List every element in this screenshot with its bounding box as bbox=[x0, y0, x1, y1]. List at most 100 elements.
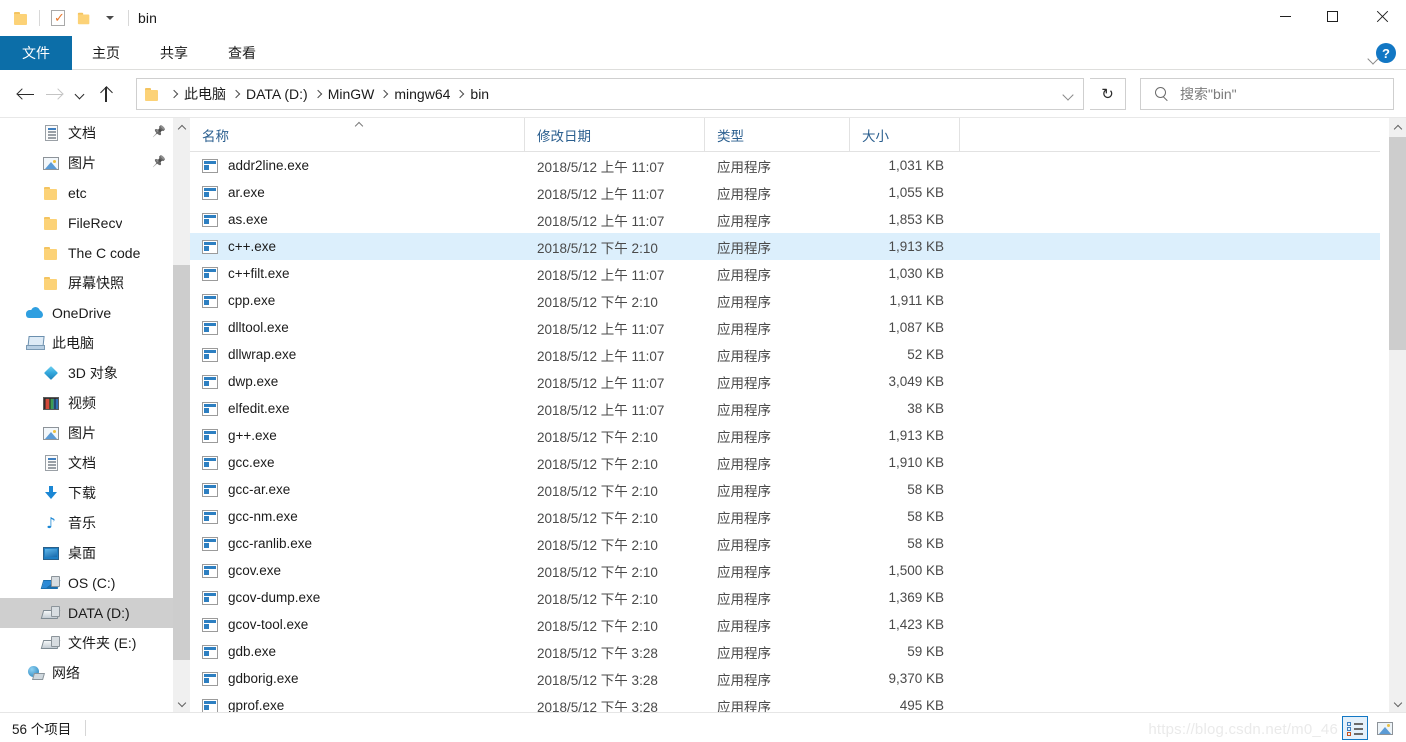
scroll-up-icon[interactable] bbox=[1389, 118, 1406, 136]
table-row[interactable]: gcc-nm.exe 2018/5/12 下午 2:10 应用程序 58 KB bbox=[190, 503, 1380, 530]
table-row[interactable]: c++filt.exe 2018/5/12 上午 11:07 应用程序 1,030 K… bbox=[190, 260, 1380, 287]
table-row[interactable]: ar.exe 2018/5/12 上午 11:07 应用程序 1,055 KB bbox=[190, 179, 1380, 206]
sidebar-item-etc[interactable]: etc bbox=[0, 178, 173, 208]
maximize-icon[interactable] bbox=[1309, 0, 1356, 32]
sidebar-item-[interactable]: 桌面 bbox=[0, 538, 173, 568]
breadcrumb-item-mingw64[interactable]: mingw64 bbox=[392, 86, 452, 102]
breadcrumb[interactable]: 此电脑 DATA (D:) MinGW mingw64 bin bbox=[136, 78, 1084, 110]
table-row[interactable]: gcc-ranlib.exe 2018/5/12 下午 2:10 应用程序 58 KB bbox=[190, 530, 1380, 557]
column-header-name[interactable]: 名称 bbox=[190, 118, 525, 151]
table-row[interactable]: dwp.exe 2018/5/12 上午 11:07 应用程序 3,049 KB bbox=[190, 368, 1380, 395]
file-type-cell: 应用程序 bbox=[717, 348, 771, 364]
tab-file[interactable]: 文件 bbox=[0, 36, 72, 70]
new-folder-icon[interactable] bbox=[71, 5, 97, 31]
refresh-icon[interactable]: ↻ bbox=[1090, 78, 1126, 110]
sidebar-item-onedrive[interactable]: OneDrive bbox=[0, 298, 173, 328]
column-header-type[interactable]: 类型 bbox=[705, 118, 850, 151]
sidebar-item-label: 图片 bbox=[68, 425, 96, 441]
table-row[interactable]: gprof.exe 2018/5/12 下午 3:28 应用程序 495 KB bbox=[190, 692, 1380, 712]
up-arrow-icon[interactable] bbox=[92, 79, 120, 109]
details-view-icon[interactable] bbox=[1342, 716, 1368, 740]
back-arrow-icon[interactable] bbox=[12, 79, 40, 109]
tab-home[interactable]: 主页 bbox=[72, 36, 140, 70]
tab-share[interactable]: 共享 bbox=[140, 36, 208, 70]
sidebar-item-[interactable]: 此电脑 bbox=[0, 328, 173, 358]
sidebar-item-data-d[interactable]: DATA (D:) bbox=[0, 598, 173, 628]
sidebar-scroll-up-icon[interactable] bbox=[173, 118, 190, 136]
sidebar-item-3d[interactable]: 3D 对象 bbox=[0, 358, 173, 388]
scroll-thumb[interactable] bbox=[1389, 137, 1406, 350]
exe-icon bbox=[202, 509, 218, 524]
breadcrumb-item-bin[interactable]: bin bbox=[468, 86, 491, 102]
table-row[interactable]: addr2line.exe 2018/5/12 上午 11:07 应用程序 1,031… bbox=[190, 152, 1380, 179]
sidebar-item-[interactable]: 视频 bbox=[0, 388, 173, 418]
chevron-down-icon[interactable] bbox=[1053, 79, 1083, 109]
forward-arrow-icon[interactable] bbox=[40, 79, 68, 109]
breadcrumb-item-mingw[interactable]: MinGW bbox=[326, 86, 377, 102]
table-row[interactable]: gcov-dump.exe 2018/5/12 下午 2:10 应用程序 1,369 … bbox=[190, 584, 1380, 611]
sidebar-item-os-c[interactable]: OS (C:) bbox=[0, 568, 173, 598]
scroll-down-icon[interactable] bbox=[1389, 694, 1406, 712]
breadcrumb-item-this-pc[interactable]: 此电脑 bbox=[182, 84, 228, 104]
table-row[interactable]: dlltool.exe 2018/5/12 上午 11:07 应用程序 1,087 K… bbox=[190, 314, 1380, 341]
tab-view[interactable]: 查看 bbox=[208, 36, 276, 70]
file-name-cell: gprof.exe bbox=[190, 698, 525, 712]
sidebar-item-[interactable]: 下载 bbox=[0, 478, 173, 508]
folder-icon[interactable] bbox=[8, 5, 34, 31]
sidebar-item-[interactable]: 屏幕快照 bbox=[0, 268, 173, 298]
properties-icon[interactable]: ✓ bbox=[45, 5, 71, 31]
table-row[interactable]: gcov.exe 2018/5/12 下午 2:10 应用程序 1,500 KB bbox=[190, 557, 1380, 584]
file-list-scrollbar[interactable] bbox=[1389, 118, 1406, 712]
help-button[interactable]: ? bbox=[1376, 43, 1396, 63]
file-type-cell: 应用程序 bbox=[717, 645, 771, 661]
sidebar-item-[interactable]: 图片 bbox=[0, 418, 173, 448]
sidebar-scroll-down-icon[interactable] bbox=[173, 694, 190, 712]
table-row[interactable]: c++.exe 2018/5/12 下午 2:10 应用程序 1,913 KB bbox=[190, 233, 1380, 260]
navigation-pane: 文档 📌 图片 📌 etc FileRecv The C code 屏幕快照 OneDrive 此… bbox=[0, 118, 173, 712]
close-icon[interactable] bbox=[1356, 0, 1406, 32]
table-row[interactable]: gdborig.exe 2018/5/12 下午 3:28 应用程序 9,370 KB bbox=[190, 665, 1380, 692]
table-row[interactable]: gcov-tool.exe 2018/5/12 下午 2:10 应用程序 1,423 … bbox=[190, 611, 1380, 638]
sidebar-item-[interactable]: 文档 bbox=[0, 448, 173, 478]
sidebar-item-e[interactable]: 文件夹 (E:) bbox=[0, 628, 173, 658]
table-row[interactable]: elfedit.exe 2018/5/12 上午 11:07 应用程序 38 KB bbox=[190, 395, 1380, 422]
sidebar-item-filerecv[interactable]: FileRecv bbox=[0, 208, 173, 238]
column-header-date[interactable]: 修改日期 bbox=[525, 118, 705, 151]
pin-icon[interactable]: 📌 bbox=[152, 126, 166, 139]
file-type-cell: 应用程序 bbox=[717, 213, 771, 229]
large-icons-view-icon[interactable] bbox=[1372, 716, 1398, 740]
table-row[interactable]: gcc.exe 2018/5/12 下午 2:10 应用程序 1,910 KB bbox=[190, 449, 1380, 476]
pin-icon[interactable]: 📌 bbox=[152, 156, 166, 169]
file-name-label: gcov.exe bbox=[228, 563, 282, 578]
table-row[interactable]: as.exe 2018/5/12 上午 11:07 应用程序 1,853 KB bbox=[190, 206, 1380, 233]
exe-icon bbox=[202, 374, 218, 389]
table-row[interactable]: gcc-ar.exe 2018/5/12 下午 2:10 应用程序 58 KB bbox=[190, 476, 1380, 503]
table-row[interactable]: cpp.exe 2018/5/12 下午 2:10 应用程序 1,911 KB bbox=[190, 287, 1380, 314]
customize-caret-icon[interactable] bbox=[97, 5, 123, 31]
file-date-cell: 2018/5/12 上午 11:07 bbox=[537, 213, 665, 229]
file-type-cell: 应用程序 bbox=[717, 699, 771, 713]
recent-locations-icon[interactable] bbox=[68, 79, 92, 109]
sidebar-scrollbar[interactable] bbox=[173, 118, 190, 712]
file-date-cell: 2018/5/12 下午 2:10 bbox=[537, 537, 658, 553]
file-name-label: addr2line.exe bbox=[228, 158, 310, 173]
sidebar-item-[interactable]: 文档 📌 bbox=[0, 118, 173, 148]
sidebar-item-[interactable]: 图片 📌 bbox=[0, 148, 173, 178]
table-row[interactable]: dllwrap.exe 2018/5/12 上午 11:07 应用程序 52 KB bbox=[190, 341, 1380, 368]
table-row[interactable]: gdb.exe 2018/5/12 下午 3:28 应用程序 59 KB bbox=[190, 638, 1380, 665]
minimize-icon[interactable] bbox=[1262, 0, 1309, 32]
sidebar-item-the-c-code[interactable]: The C code bbox=[0, 238, 173, 268]
breadcrumb-item-data-d[interactable]: DATA (D:) bbox=[244, 86, 310, 102]
sidebar-scroll-thumb[interactable] bbox=[173, 265, 190, 660]
table-row[interactable]: g++.exe 2018/5/12 下午 2:10 应用程序 1,913 KB bbox=[190, 422, 1380, 449]
search-input[interactable]: 搜索"bin" bbox=[1140, 78, 1394, 110]
this-pc-icon bbox=[26, 334, 45, 352]
column-header-size[interactable]: 大小 bbox=[850, 118, 960, 151]
sidebar-item-[interactable]: ♪ 音乐 bbox=[0, 508, 173, 538]
exe-icon bbox=[202, 536, 218, 551]
drive-icon bbox=[42, 604, 60, 622]
videos-icon bbox=[42, 394, 60, 412]
status-bar: 56 个项目 https://blog.csdn.net/m0_46 bbox=[0, 712, 1406, 742]
file-date-cell: 2018/5/12 上午 11:07 bbox=[537, 186, 665, 202]
sidebar-item-[interactable]: 网络 bbox=[0, 658, 173, 688]
